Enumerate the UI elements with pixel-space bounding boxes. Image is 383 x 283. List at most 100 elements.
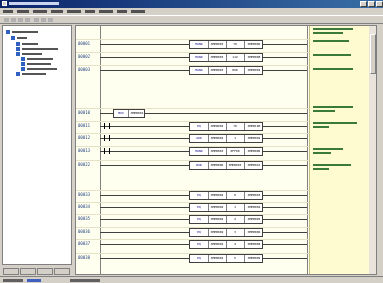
menu-item[interactable] <box>51 10 63 13</box>
status-text <box>70 279 100 282</box>
function-block[interactable]: EQ XMEB002 1 XMEB004 <box>189 203 263 212</box>
panel-tab[interactable] <box>54 268 70 275</box>
rung-comment <box>313 110 335 112</box>
operand: 1 <box>226 135 245 142</box>
rung-wire <box>100 44 189 45</box>
toolbar-button[interactable] <box>18 18 23 22</box>
rung-number: 00011 <box>78 123 91 128</box>
menu-item[interactable] <box>99 10 113 13</box>
instruction-name: EQ <box>190 216 209 223</box>
tree-node[interactable] <box>16 52 61 56</box>
panel-tab[interactable] <box>3 268 19 275</box>
tree-node[interactable] <box>11 36 51 40</box>
menu-item[interactable] <box>33 10 47 13</box>
rung-comment <box>313 122 357 124</box>
toolbar-button[interactable] <box>48 18 53 22</box>
ladder-diagram[interactable]: 00001 MAND XMEB003 70 XMEB006 00002 MAND XMEB00… <box>76 26 309 274</box>
rung-wire <box>100 70 189 71</box>
panel-tab[interactable] <box>37 268 53 275</box>
maximize-button[interactable] <box>368 1 375 7</box>
operand: XMEB004 <box>247 205 261 209</box>
window-title <box>9 2 59 5</box>
rung-output-wire <box>263 165 307 166</box>
rung-output-wire <box>263 44 307 45</box>
function-block[interactable]: EQ XMEB002 2 XMEB005 <box>189 215 263 224</box>
menu-item[interactable] <box>67 10 81 13</box>
tree-node[interactable] <box>16 72 61 76</box>
rung-output-wire <box>263 57 307 58</box>
file-icon <box>21 62 25 66</box>
tree-node[interactable] <box>16 42 56 46</box>
toolbar-button[interactable] <box>11 18 16 22</box>
contact-symbol[interactable] <box>104 148 110 154</box>
rung-number: 00037 <box>78 241 91 246</box>
rung-comment <box>313 40 349 42</box>
function-block[interactable]: EQ XMEB002 4 XMEB008 <box>189 240 263 249</box>
toolbar-button[interactable] <box>41 18 46 22</box>
rung-output-wire <box>263 138 307 139</box>
function-block[interactable]: MAND XMEB003 896 XMEB002 <box>189 66 263 75</box>
function-block[interactable]: MAND XMEB003 70 XMEB006 <box>189 40 263 49</box>
rung-output-wire <box>263 126 307 127</box>
contact-symbol[interactable] <box>104 123 110 129</box>
contact-symbol[interactable] <box>104 135 110 141</box>
operand: XMEB003 <box>247 193 261 197</box>
tree-node[interactable] <box>21 67 69 71</box>
progress-indicator <box>27 279 41 282</box>
tree-node[interactable] <box>21 62 66 66</box>
vertical-scrollbar[interactable] <box>369 26 376 274</box>
rung-number: 00035 <box>78 216 91 221</box>
operand: 0FF00 <box>226 148 245 155</box>
function-block[interactable]: WOR XMEB006 XMEB003 XMEB010 <box>189 161 263 170</box>
rung-comment <box>313 68 353 70</box>
function-block[interactable]: MAND XMEB003 112 XMEB008 <box>189 53 263 62</box>
file-icon <box>21 67 25 71</box>
tree-node[interactable] <box>21 57 66 61</box>
rung-number: 00034 <box>78 204 91 209</box>
ladder-editor[interactable]: 00001 MAND XMEB003 70 XMEB006 00002 MAND XMEB00… <box>75 25 377 275</box>
operand: XMEB006 <box>247 149 261 153</box>
rung-number: 00002 <box>78 54 91 59</box>
app-icon <box>2 1 7 6</box>
rung-output-wire <box>263 70 307 71</box>
function-block[interactable]: EQ XMEB002 5 XMEB009 <box>189 254 263 263</box>
rung-wire <box>100 195 189 196</box>
menu-item[interactable] <box>131 10 145 13</box>
operand: XMEB003 <box>208 67 227 74</box>
tree-node[interactable] <box>16 47 66 51</box>
toolbar-button[interactable] <box>34 18 39 22</box>
function-block[interactable]: EQ XMEB002 3 XMEB006 <box>189 228 263 237</box>
scrollbar-thumb[interactable] <box>370 34 376 74</box>
operand: XMEB003 <box>208 41 227 48</box>
instruction-name: MAND <box>190 148 209 155</box>
operand: XMEB008 <box>247 55 261 59</box>
function-block[interactable]: EQ XMEB002 70 XMEB100 <box>189 122 263 131</box>
panel-tab[interactable] <box>20 268 36 275</box>
menu-item[interactable] <box>85 10 95 13</box>
rung-comment <box>313 148 343 150</box>
rung-wire <box>100 113 113 114</box>
close-button[interactable] <box>376 1 383 7</box>
toolbar-button[interactable] <box>4 18 9 22</box>
menu-item[interactable] <box>117 10 127 13</box>
function-block[interactable]: ADD XMEB002 1 XMEB002 <box>189 134 263 143</box>
tree-node-label <box>22 53 42 55</box>
function-block[interactable]: MOV XMEB001 <box>113 109 145 118</box>
operand: XMEB002 <box>208 123 227 130</box>
function-block[interactable]: MAND XMEB003 0FF00 XMEB006 <box>189 147 263 156</box>
tree-node[interactable] <box>6 30 56 34</box>
rung-number: 00001 <box>78 41 91 46</box>
menu-item[interactable] <box>17 10 29 13</box>
operand: 896 <box>226 67 245 74</box>
toolbar-button[interactable] <box>25 18 30 22</box>
rung-output-wire <box>263 244 307 245</box>
rung-number: 00038 <box>78 255 91 260</box>
menu-item[interactable] <box>3 10 13 13</box>
operand: XMEB100 <box>247 124 261 128</box>
minimize-button[interactable] <box>360 1 367 7</box>
tree-node-label <box>17 37 27 39</box>
operand: XMEB003 <box>226 162 245 169</box>
tree-node-label <box>27 58 53 60</box>
function-block[interactable]: EQ XMEB002 0 XMEB003 <box>189 191 263 200</box>
instruction-name: MOV <box>114 110 129 117</box>
